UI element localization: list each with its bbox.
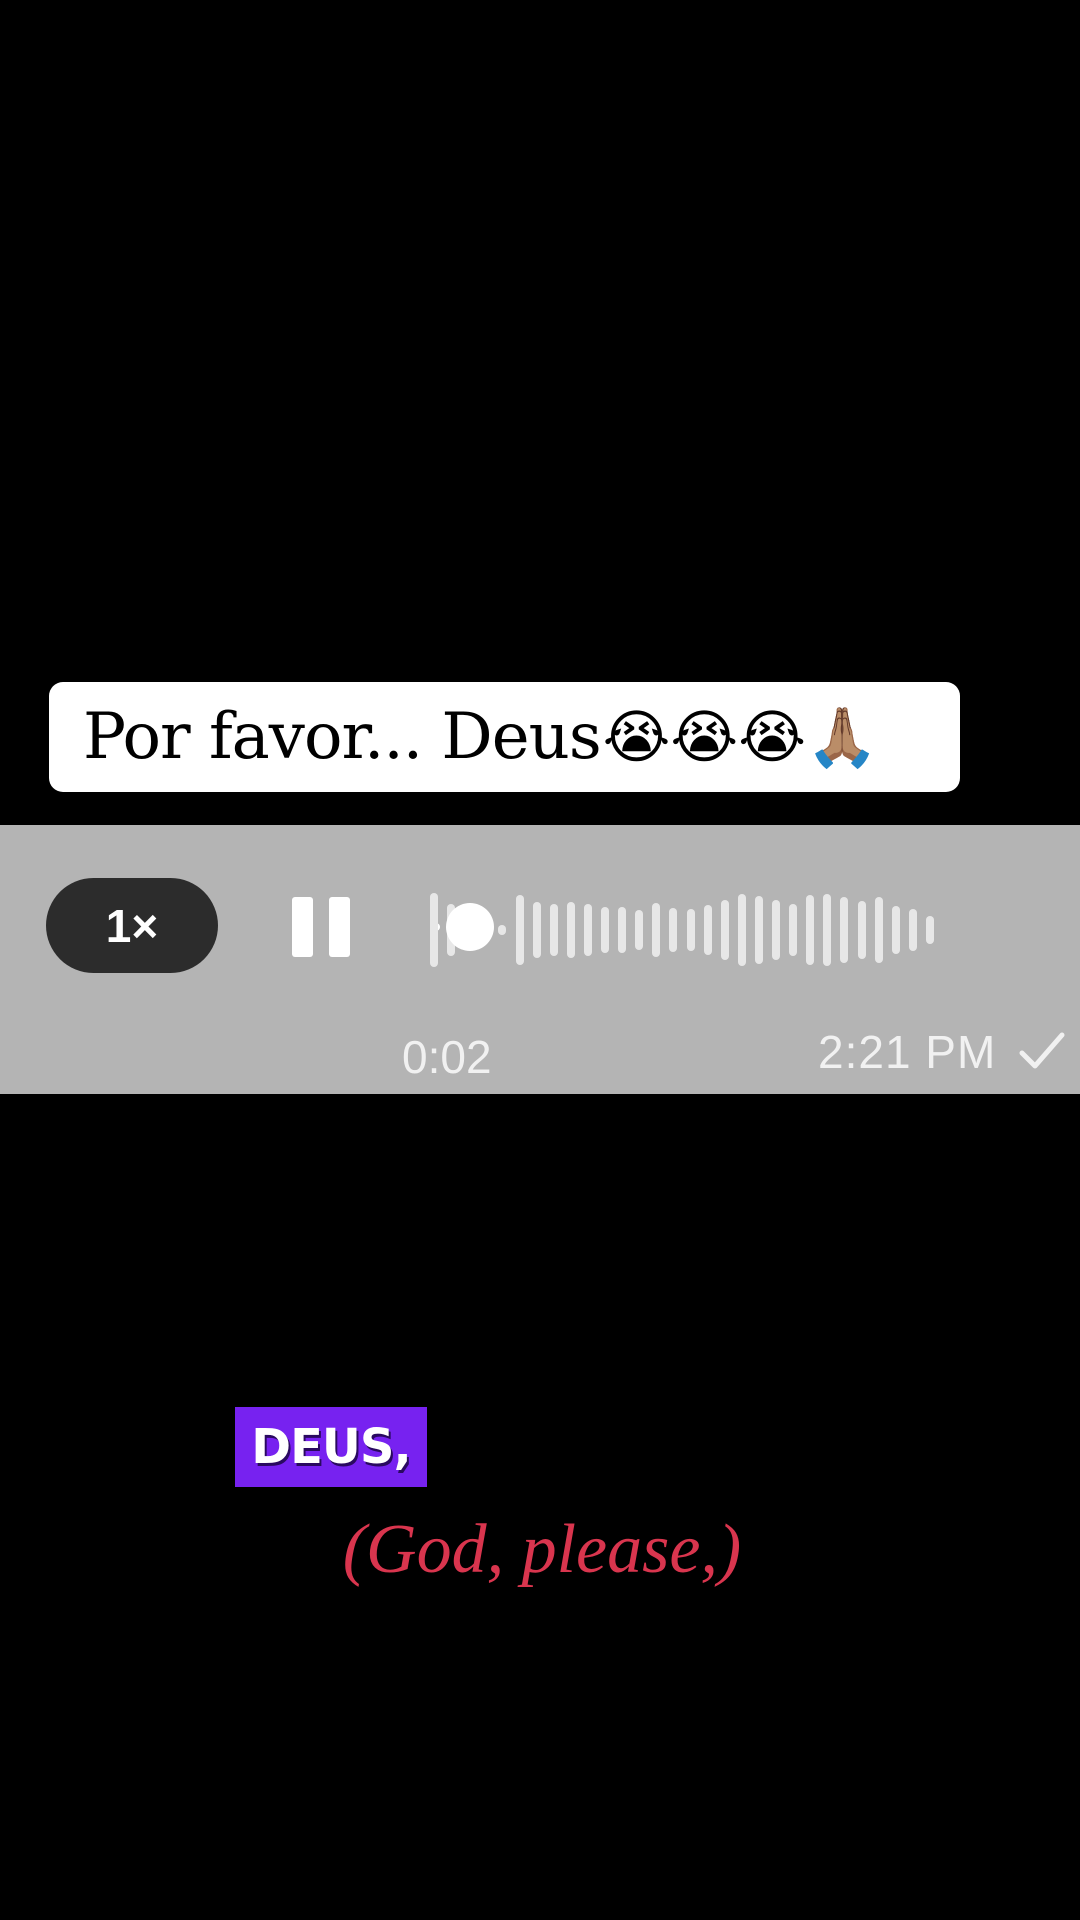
pause-bar-right — [329, 897, 350, 957]
waveform-bar — [908, 908, 917, 952]
waveform-bar — [430, 892, 438, 968]
voice-message-player: 1× 0:02 2:21 PM — [0, 825, 1080, 1094]
waveform-bar — [703, 905, 712, 955]
caption-box: Por favor... Deus 😭😭😭🙏🏽 — [49, 682, 960, 792]
waveform-bar — [772, 900, 780, 960]
pause-bar-left — [292, 897, 313, 957]
waveform-bar — [618, 906, 627, 954]
message-timestamp: 2:21 PM — [818, 1026, 997, 1078]
elapsed-time: 0:02 — [402, 1031, 492, 1083]
waveform-bar — [840, 897, 849, 963]
waveform-bar — [583, 903, 592, 957]
waveform-bar — [532, 902, 541, 958]
video-frame: { "caption": { "text": "Por favor... Deu… — [0, 0, 1080, 1920]
waveform-bar — [891, 906, 900, 954]
waveform-bar — [652, 903, 661, 957]
waveform-bar — [737, 894, 746, 966]
waveform-bar — [635, 909, 644, 951]
subtitle-translation: (God, please,) — [342, 1511, 742, 1588]
caption-text: Por favor... Deus — [83, 700, 602, 774]
waveform-bar — [806, 895, 815, 965]
waveform-bar — [754, 896, 763, 964]
waveform-bar — [925, 915, 934, 945]
waveform-bar — [874, 897, 883, 963]
waveform-bar — [498, 925, 507, 935]
waveform-bar — [789, 904, 798, 956]
checkmark-icon — [1019, 1032, 1065, 1069]
playback-speed-button[interactable]: 1× — [46, 878, 218, 973]
caption-emojis: 😭😭😭🙏🏽 — [602, 702, 879, 771]
waveform-bar — [720, 900, 729, 960]
audio-waveform[interactable] — [430, 880, 1050, 980]
waveform-bar — [601, 906, 609, 954]
waveform-bar — [669, 908, 678, 952]
pause-icon[interactable] — [292, 897, 352, 957]
subtitle-word-highlight: DEUS, — [235, 1407, 427, 1487]
waveform-bar — [686, 908, 695, 952]
waveform-bar — [515, 895, 524, 965]
waveform-bar — [823, 894, 832, 966]
waveform-bar — [566, 902, 575, 958]
subtitle-word: DEUS, — [251, 1419, 411, 1475]
playback-scrubber[interactable] — [446, 903, 494, 951]
waveform-bar — [549, 903, 558, 957]
waveform-bar — [857, 901, 866, 959]
